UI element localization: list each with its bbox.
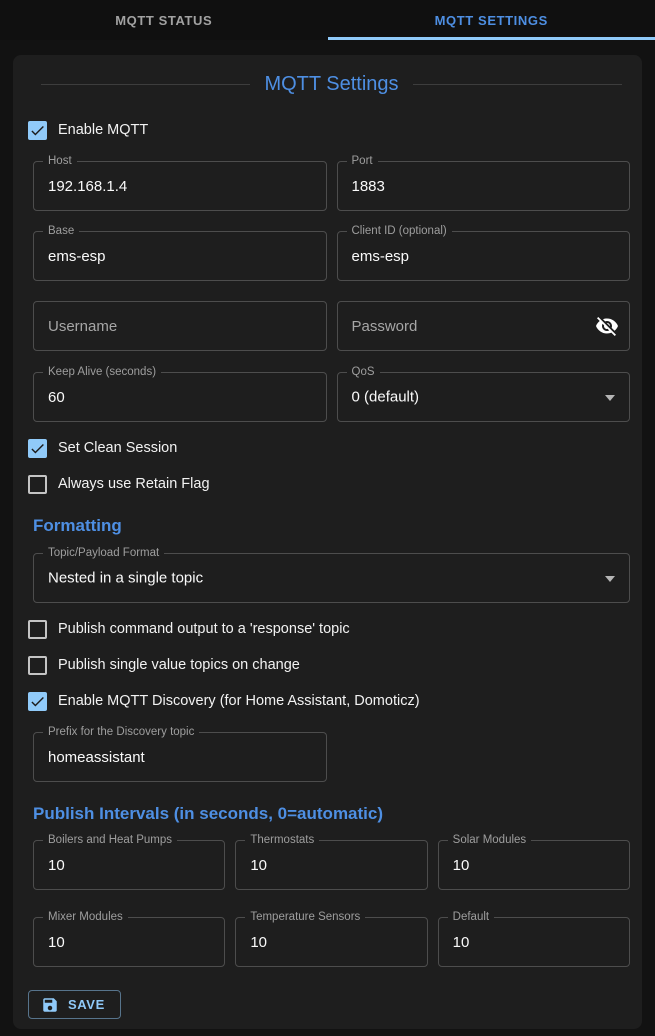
chevron-down-icon <box>605 395 615 401</box>
publish-single-checkbox[interactable] <box>28 656 47 675</box>
publish-single-row[interactable]: Publish single value topics on change <box>28 653 630 677</box>
tab-mqtt-status-label: MQTT STATUS <box>115 13 212 28</box>
interval-solar-input[interactable] <box>439 841 629 889</box>
interval-temperature-input[interactable] <box>236 918 426 966</box>
enable-discovery-label: Enable MQTT Discovery (for Home Assistan… <box>58 693 420 709</box>
enable-discovery-checkbox[interactable] <box>28 692 47 711</box>
keep-alive-field: Keep Alive (seconds) <box>33 372 327 422</box>
visibility-off-icon[interactable] <box>595 314 619 338</box>
tab-mqtt-status[interactable]: MQTT STATUS <box>0 0 328 40</box>
client-id-input[interactable] <box>338 232 630 280</box>
discovery-prefix-input[interactable] <box>34 733 326 781</box>
enable-discovery-row[interactable]: Enable MQTT Discovery (for Home Assistan… <box>28 689 630 713</box>
password-field <box>337 301 631 351</box>
qos-selected-value: 0 (default) <box>352 389 420 406</box>
port-field: Port <box>337 161 631 211</box>
save-icon <box>41 996 59 1014</box>
interval-boilers-input[interactable] <box>34 841 224 889</box>
set-clean-session-label: Set Clean Session <box>58 440 177 456</box>
topic-format-select-label: Topic/Payload Format <box>43 546 164 561</box>
keep-alive-input[interactable] <box>34 373 326 421</box>
always-retain-row[interactable]: Always use Retain Flag <box>28 472 630 496</box>
client-id-field: Client ID (optional) <box>337 231 631 281</box>
interval-temperature-field: Temperature Sensors <box>235 917 427 967</box>
host-field: Host <box>33 161 327 211</box>
chevron-down-icon <box>605 576 615 582</box>
title-divider-right <box>413 84 622 85</box>
topic-format-selected-value: Nested in a single topic <box>48 570 203 587</box>
save-button[interactable]: SAVE <box>28 990 121 1019</box>
username-field <box>33 301 327 351</box>
interval-mixer-field: Mixer Modules <box>33 917 225 967</box>
interval-thermostats-field: Thermostats <box>235 840 427 890</box>
publish-response-row[interactable]: Publish command output to a 'response' t… <box>28 617 630 641</box>
interval-mixer-input[interactable] <box>34 918 224 966</box>
password-input[interactable] <box>338 302 630 350</box>
title-divider-left <box>41 84 250 85</box>
save-button-label: SAVE <box>68 997 105 1012</box>
panel-title-row: MQTT Settings <box>41 73 622 96</box>
base-input[interactable] <box>34 232 326 280</box>
publish-single-label: Publish single value topics on change <box>58 657 300 673</box>
discovery-prefix-field: Prefix for the Discovery topic <box>33 732 327 782</box>
set-clean-session-row[interactable]: Set Clean Session <box>28 436 630 460</box>
always-retain-label: Always use Retain Flag <box>58 476 210 492</box>
tab-mqtt-settings[interactable]: MQTT SETTINGS <box>328 0 655 40</box>
publish-intervals-heading: Publish Intervals (in seconds, 0=automat… <box>33 804 630 824</box>
interval-solar-field: Solar Modules <box>438 840 630 890</box>
enable-mqtt-row[interactable]: Enable MQTT <box>28 118 630 142</box>
page-title: MQTT Settings <box>264 73 398 96</box>
mqtt-settings-panel: MQTT Settings Enable MQTT Host Port Base… <box>13 55 642 1029</box>
host-input[interactable] <box>34 162 326 210</box>
interval-boilers-field: Boilers and Heat Pumps <box>33 840 225 890</box>
interval-default-input[interactable] <box>439 918 629 966</box>
qos-select[interactable]: QoS 0 (default) <box>337 372 631 422</box>
base-field: Base <box>33 231 327 281</box>
tab-mqtt-settings-label: MQTT SETTINGS <box>435 13 548 28</box>
set-clean-session-checkbox[interactable] <box>28 439 47 458</box>
interval-default-field: Default <box>438 917 630 967</box>
publish-response-checkbox[interactable] <box>28 620 47 639</box>
interval-thermostats-input[interactable] <box>236 841 426 889</box>
tab-bar: MQTT STATUS MQTT SETTINGS <box>0 0 655 40</box>
formatting-heading: Formatting <box>33 516 630 536</box>
qos-select-label: QoS <box>347 365 380 380</box>
port-input[interactable] <box>338 162 630 210</box>
username-input[interactable] <box>34 302 326 350</box>
enable-mqtt-label: Enable MQTT <box>58 122 148 138</box>
publish-response-label: Publish command output to a 'response' t… <box>58 621 350 637</box>
always-retain-checkbox[interactable] <box>28 475 47 494</box>
active-tab-indicator <box>328 37 655 40</box>
topic-format-select[interactable]: Topic/Payload Format Nested in a single … <box>33 553 630 603</box>
enable-mqtt-checkbox[interactable] <box>28 121 47 140</box>
